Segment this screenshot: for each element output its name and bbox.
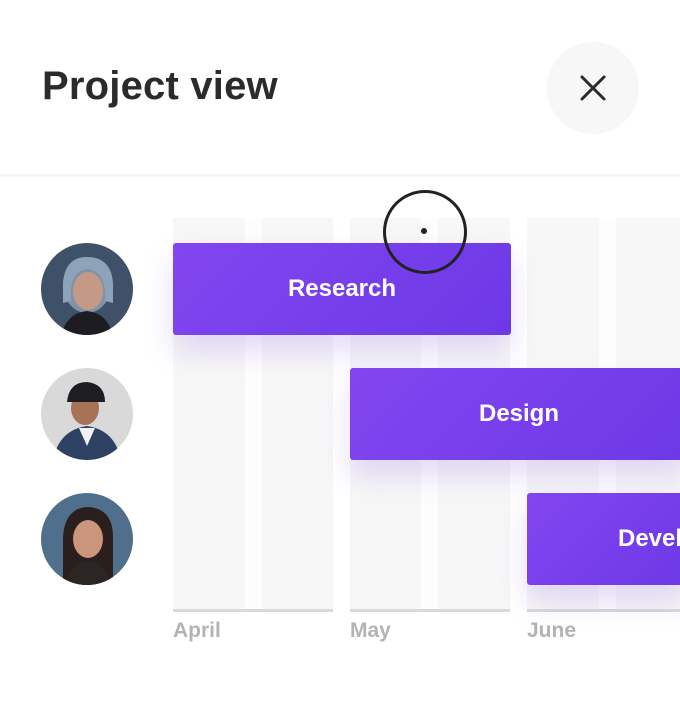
task-bar-design[interactable]: Design: [350, 368, 680, 460]
avatar[interactable]: [41, 243, 133, 335]
task-label: Devel: [618, 525, 680, 552]
month-label-june: June: [527, 619, 577, 642]
header: Project view: [0, 0, 680, 176]
avatar[interactable]: [41, 368, 133, 460]
gantt-timeline: April May June Research Design Devel: [0, 177, 680, 728]
task-label: Research: [287, 275, 397, 302]
month-label-april: April: [173, 619, 221, 642]
task-label: Design: [478, 400, 559, 427]
page-title: Project view: [42, 64, 278, 108]
month-axis-april: [173, 609, 333, 612]
avatar[interactable]: [41, 493, 133, 585]
avatar-image: [41, 243, 133, 335]
avatar-image: [41, 493, 133, 585]
avatar-image: [41, 368, 133, 460]
month-axis-june: [527, 609, 680, 612]
task-bar-development[interactable]: Devel: [527, 493, 680, 585]
close-icon: [580, 75, 606, 101]
task-bar-research[interactable]: Research: [173, 243, 511, 335]
close-button[interactable]: [547, 42, 639, 134]
touch-cursor-dot: [421, 228, 427, 234]
month-axis-may: [350, 609, 510, 612]
month-label-may: May: [350, 619, 391, 642]
